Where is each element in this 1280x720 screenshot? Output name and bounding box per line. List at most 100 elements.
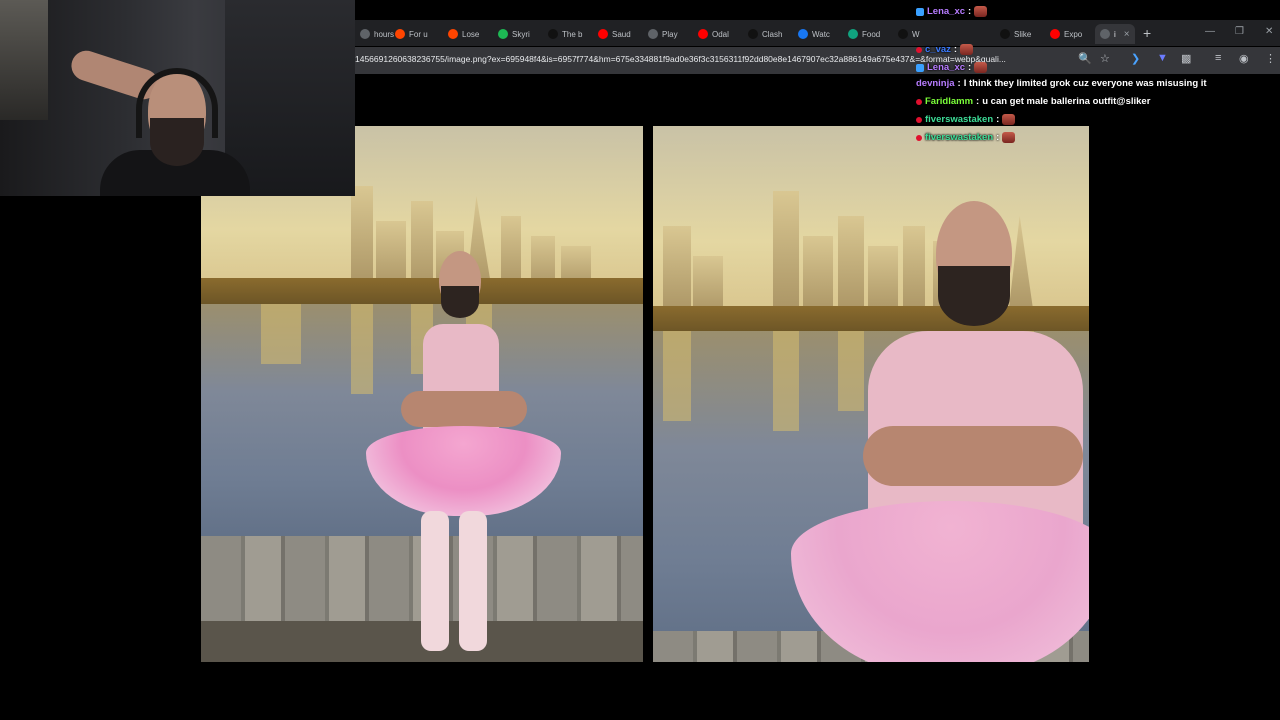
globe-icon bbox=[1100, 29, 1110, 39]
x-icon bbox=[748, 29, 758, 39]
city-skyline bbox=[653, 166, 1089, 316]
tab-label: Slike bbox=[1014, 29, 1032, 39]
address-bar: 1456691260638236755/image.png?ex=695948f… bbox=[355, 47, 1280, 74]
restore-button[interactable]: ❐ bbox=[1235, 26, 1244, 37]
chat-text: I think they limited grok cuz everyone w… bbox=[963, 78, 1207, 89]
close-window-button[interactable]: ✕ bbox=[1265, 26, 1273, 37]
user-badge-icon bbox=[916, 134, 922, 141]
reddit-icon bbox=[395, 29, 405, 39]
tab-label: Saud bbox=[612, 29, 631, 39]
generated-image-left bbox=[201, 126, 643, 662]
emote-icon bbox=[1002, 114, 1016, 125]
tab-label: The b bbox=[562, 29, 583, 39]
menu-kebab-icon[interactable]: ⋮ bbox=[1265, 52, 1276, 65]
tiktok-icon bbox=[548, 29, 558, 39]
tab-label: Clash bbox=[762, 29, 783, 39]
tab-label: W bbox=[912, 29, 920, 39]
chat-separator: : bbox=[996, 114, 1000, 125]
chat-username[interactable]: fiverswastaken bbox=[925, 114, 993, 125]
extension-audio-icon[interactable]: ❯ bbox=[1131, 52, 1140, 65]
tab-10[interactable]: Food bbox=[843, 24, 885, 44]
crossed-arms bbox=[401, 391, 527, 427]
tab-label: Watc bbox=[812, 29, 830, 39]
x-icon bbox=[1000, 29, 1010, 39]
tab-label: i bbox=[1114, 29, 1116, 39]
profile-avatar-icon[interactable]: ◉ bbox=[1239, 52, 1249, 65]
emote-icon bbox=[1002, 132, 1016, 143]
headphones-icon bbox=[136, 68, 218, 138]
left-leg bbox=[421, 511, 449, 651]
reddit-icon bbox=[448, 29, 458, 39]
chat-message: fiverswastaken : bbox=[916, 114, 1016, 125]
tab-label: Skyri bbox=[512, 29, 530, 39]
person-beard bbox=[938, 266, 1010, 326]
chat-separator: : bbox=[968, 62, 972, 73]
crossed-arms bbox=[863, 426, 1083, 486]
spotify-icon bbox=[498, 29, 508, 39]
new-tab-button[interactable]: + bbox=[1143, 25, 1151, 41]
browser-tab-strip: hours For u Lose Skyri The b Saud Play Odal Clas… bbox=[355, 20, 1280, 46]
right-leg bbox=[459, 511, 487, 651]
tab-5[interactable]: Saud bbox=[593, 24, 636, 44]
youtube-icon bbox=[598, 29, 608, 39]
person-beard bbox=[441, 286, 479, 318]
user-badge-icon bbox=[916, 7, 924, 16]
chat-text: u can get male ballerina outfit@sliker bbox=[982, 96, 1151, 107]
chat-username[interactable]: c_vaz bbox=[925, 44, 951, 55]
user-badge-icon bbox=[916, 116, 922, 123]
generated-image-right bbox=[653, 126, 1089, 662]
tab-1[interactable]: For u bbox=[390, 24, 433, 44]
zoom-icon[interactable]: 🔍 bbox=[1078, 52, 1092, 65]
tab-7[interactable]: Odal bbox=[693, 24, 734, 44]
tab-label: Expo bbox=[1064, 29, 1083, 39]
globe-icon bbox=[648, 29, 658, 39]
tab-label: Play bbox=[662, 29, 678, 39]
tab-13[interactable]: Expo bbox=[1045, 24, 1087, 44]
user-badge-icon bbox=[916, 98, 922, 105]
chat-username[interactable]: Faridlamm bbox=[925, 96, 973, 107]
tab-label: Lose bbox=[462, 29, 480, 39]
chat-message: fiverswastaken : bbox=[916, 132, 1016, 143]
tab-14[interactable]: i × bbox=[1095, 24, 1135, 44]
chat-message: Lena_xc : bbox=[916, 62, 988, 73]
chat-separator: : bbox=[996, 132, 1000, 143]
clock-icon bbox=[360, 29, 370, 39]
chat-message: Faridlamm : u can get male ballerina out… bbox=[916, 96, 1150, 107]
chat-separator: : bbox=[957, 78, 961, 89]
close-tab-icon[interactable]: × bbox=[1124, 29, 1130, 40]
emote-icon bbox=[960, 44, 974, 55]
emote-icon bbox=[974, 6, 988, 17]
tab-label: For u bbox=[409, 29, 428, 39]
wikipedia-icon bbox=[898, 29, 908, 39]
tab-12[interactable]: Slike bbox=[995, 24, 1036, 44]
minimize-button[interactable]: — bbox=[1205, 26, 1215, 37]
tab-3[interactable]: Skyri bbox=[493, 24, 535, 44]
youtube-icon bbox=[698, 29, 708, 39]
meta-icon bbox=[798, 29, 808, 39]
tab-search-icon[interactable]: ≡ bbox=[1215, 52, 1221, 64]
tab-8[interactable]: Clash bbox=[743, 24, 787, 44]
tab-2[interactable]: Lose bbox=[443, 24, 484, 44]
chat-username[interactable]: fiverswastaken bbox=[925, 132, 993, 143]
extensions-puzzle-icon[interactable]: ▩ bbox=[1181, 52, 1191, 65]
tab-4[interactable]: The b bbox=[543, 24, 587, 44]
chat-username[interactable]: Lena_xc bbox=[927, 6, 965, 17]
chat-separator: : bbox=[968, 6, 972, 17]
bookmark-star-icon[interactable]: ☆ bbox=[1100, 52, 1110, 65]
user-badge-icon bbox=[916, 46, 922, 53]
tab-11[interactable]: W bbox=[893, 24, 925, 44]
chat-separator: : bbox=[976, 96, 980, 107]
tab-label: Odal bbox=[712, 29, 729, 39]
tab-6[interactable]: Play bbox=[643, 24, 683, 44]
tab-9[interactable]: Watc bbox=[793, 24, 835, 44]
openai-icon bbox=[848, 29, 858, 39]
chat-username[interactable]: Lena_xc bbox=[927, 62, 965, 73]
chat-message: Lena_xc : bbox=[916, 6, 988, 17]
chat-username[interactable]: devninja bbox=[916, 78, 955, 89]
extension-shield-icon[interactable]: ▼ bbox=[1157, 52, 1168, 64]
pink-tutu bbox=[791, 501, 1089, 662]
chat-message: devninja : I think they limited grok cuz… bbox=[916, 78, 1207, 89]
webcam-overlay bbox=[0, 0, 355, 196]
tab-label: Food bbox=[862, 29, 881, 39]
user-badge-icon bbox=[916, 63, 924, 72]
